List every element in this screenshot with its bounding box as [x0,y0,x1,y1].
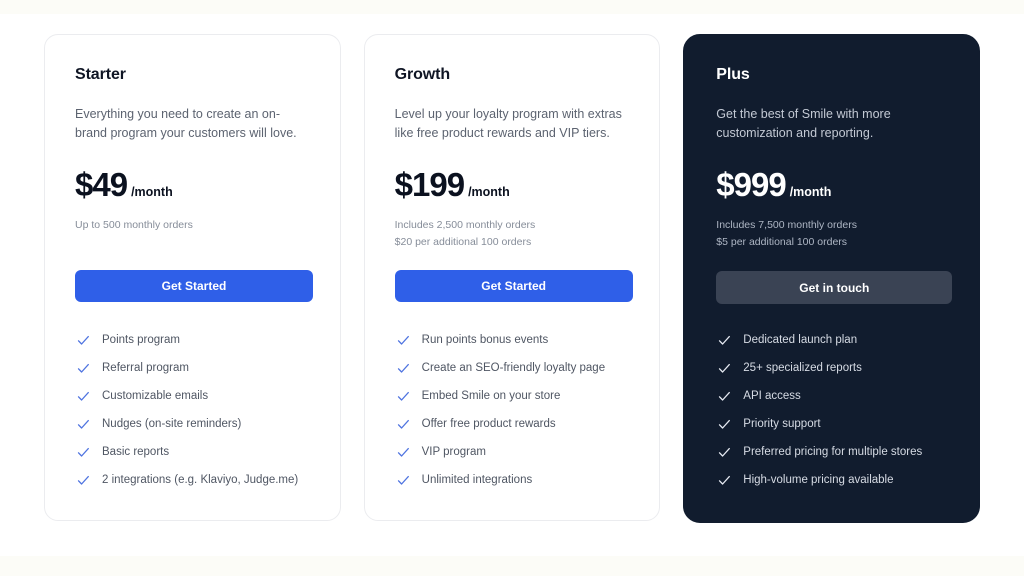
plan-price-period: /month [468,185,510,199]
plan-card-growth: Growth Level up your loyalty program wit… [363,34,661,521]
plan-note: Includes 2,500 monthly orders [394,219,536,231]
feature-label: High-volume pricing available [743,474,894,486]
check-icon [77,390,90,403]
list-item: Basic reports [77,445,327,473]
plan-description: Everything you need to create an on-bran… [75,107,297,140]
check-icon [77,446,90,459]
plan-description: Get the best of Smile with more customiz… [716,107,891,140]
check-icon [397,474,410,487]
plan-price-amount: $199 [394,166,465,203]
list-item: Points program [77,333,327,361]
plan-price-period: /month [789,185,832,199]
feature-label: Unlimited integrations [421,474,533,486]
check-icon [77,474,90,487]
feature-label: Dedicated launch plan [743,334,858,346]
get-started-button-starter[interactable]: Get Started [75,270,313,302]
plan-card-starter: Starter Everything you need to create an… [44,34,341,521]
top-accent-band [0,0,1024,14]
check-icon [397,390,410,403]
check-icon [718,390,731,403]
list-item: Embed Smile on your store [397,389,647,417]
list-item: Unlimited integrations [397,473,647,501]
feature-label: Basic reports [102,446,170,458]
plan-description: Level up your loyalty program with extra… [394,107,622,140]
feature-label: Preferred pricing for multiple stores [743,446,923,458]
feature-label: Referral program [102,362,189,374]
plan-price-amount: $999 [716,166,786,203]
list-item: Preferred pricing for multiple stores [718,445,970,473]
feature-label: API access [743,390,801,402]
plan-notes: Includes 7,500 monthly orders $5 per add… [716,217,947,251]
plan-price-row: $999 /month [716,167,947,203]
plan-note: Includes 7,500 monthly orders [716,219,857,231]
feature-list-growth: Run points bonus events Create an SEO-fr… [397,333,647,501]
feature-label: 2 integrations (e.g. Klaviyo, Judge.me) [102,474,299,486]
feature-label: Nudges (on-site reminders) [102,418,242,430]
list-item: Run points bonus events [397,333,647,361]
list-item: VIP program [397,445,647,473]
feature-label: Embed Smile on your store [421,390,561,402]
check-icon [718,362,731,375]
list-item: High-volume pricing available [718,473,970,501]
check-icon [397,362,410,375]
plan-notes: Includes 2,500 monthly orders $20 per ad… [395,217,630,251]
plan-name: Growth [394,66,451,83]
check-icon [397,418,410,431]
list-item: 25+ specialized reports [718,361,970,389]
bottom-accent-band [0,556,1024,576]
list-item: Nudges (on-site reminders) [77,417,327,445]
check-icon [77,334,90,347]
feature-label: Priority support [743,418,821,430]
list-item: Customizable emails [77,389,327,417]
feature-list-starter: Points program Referral program Customiz… [77,333,327,501]
check-icon [77,418,90,431]
feature-label: 25+ specialized reports [743,362,862,374]
feature-label: Run points bonus events [421,334,549,346]
check-icon [397,446,410,459]
plan-price-row: $199 /month [395,167,630,203]
check-icon [718,446,731,459]
list-item: API access [718,389,970,417]
plan-notes: Up to 500 monthly orders [75,217,310,234]
list-item: 2 integrations (e.g. Klaviyo, Judge.me) [77,473,327,501]
plan-card-plus: Plus Get the best of Smile with more cus… [683,34,980,523]
feature-label: Customizable emails [102,390,209,402]
feature-list-plus: Dedicated launch plan 25+ specialized re… [718,333,970,501]
plan-note: Up to 500 monthly orders [75,219,193,231]
feature-label: VIP program [421,446,486,458]
plan-note: $5 per additional 100 orders [716,236,848,248]
list-item: Priority support [718,417,970,445]
check-icon [718,474,731,487]
plan-note: $20 per additional 100 orders [394,236,532,248]
list-item: Referral program [77,361,327,389]
plan-price-period: /month [131,185,173,199]
plan-price-row: $49 /month [75,167,310,203]
get-started-button-growth[interactable]: Get Started [394,270,633,302]
plan-name: Starter [75,66,126,83]
check-icon [718,418,731,431]
plan-price-amount: $49 [75,166,128,203]
feature-label: Points program [102,334,180,346]
list-item: Create an SEO-friendly loyalty page [397,361,647,389]
feature-label: Offer free product rewards [421,418,556,430]
list-item: Offer free product rewards [397,417,647,445]
get-in-touch-button-plus[interactable]: Get in touch [716,271,953,304]
plan-name: Plus [716,66,750,83]
check-icon [77,362,90,375]
check-icon [718,334,731,347]
check-icon [397,334,410,347]
list-item: Dedicated launch plan [718,333,970,361]
pricing-plans-grid: Starter Everything you need to create an… [44,34,980,523]
feature-label: Create an SEO-friendly loyalty page [421,362,606,374]
